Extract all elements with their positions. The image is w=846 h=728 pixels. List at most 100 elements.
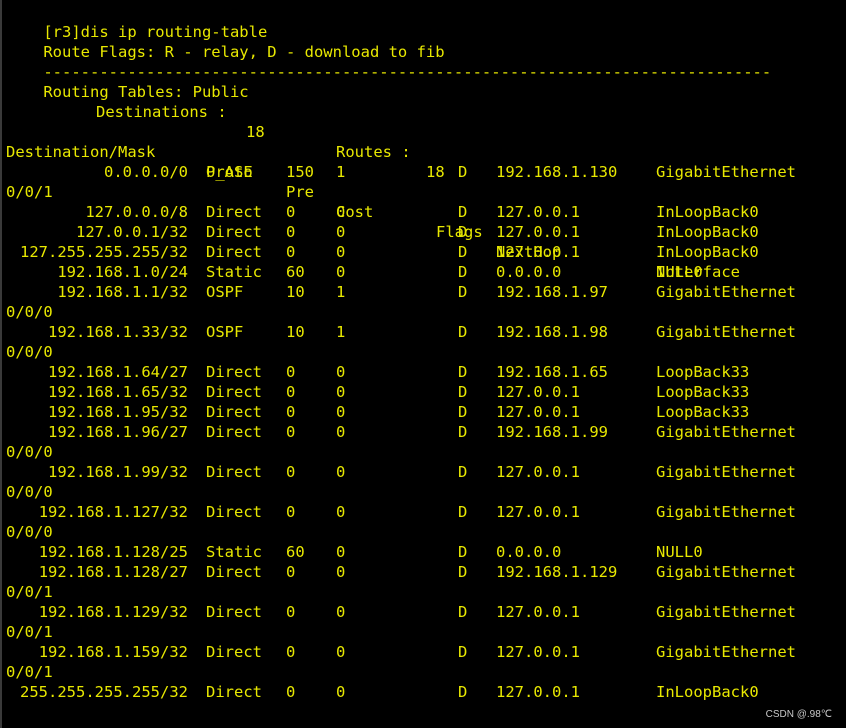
route-destination: 127.0.0.1/32 xyxy=(76,223,188,241)
route-protocol: Direct xyxy=(206,423,262,441)
route-preference: 150 xyxy=(286,163,314,181)
route-preference: 0 xyxy=(286,383,296,401)
route-nexthop: 127.0.0.1 xyxy=(496,203,580,221)
route-row: 0.0.0.0/0 O_ASE 150 1 D 192.168.1.130 GigabitE… xyxy=(6,162,836,182)
route-interface: InLoopBack0 xyxy=(656,243,759,261)
route-nexthop: 192.168.1.130 xyxy=(496,163,618,181)
route-destination: 192.168.1.96/27 xyxy=(48,423,188,441)
route-protocol: Direct xyxy=(206,243,262,261)
route-preference: 0 xyxy=(286,203,296,221)
route-row: 192.168.1.96/27 Direct 0 0 D 192.168.1.99 Giga… xyxy=(6,422,836,442)
route-flags: D xyxy=(458,223,468,241)
table-header: Destination/Mask Proto Pre Cost Flags Ne… xyxy=(6,122,836,281)
column-header-pre: Pre xyxy=(286,183,314,201)
route-interface: NULL0 xyxy=(656,543,703,561)
column-header-destination: Destination/Mask xyxy=(6,143,156,161)
route-cost: 0 xyxy=(336,423,346,441)
route-preference: 0 xyxy=(286,503,296,521)
route-protocol: Direct xyxy=(206,503,262,521)
route-row: 192.168.1.0/24 Static 60 0 D 0.0.0.0 NULL0 xyxy=(6,262,836,282)
route-flags: D xyxy=(458,203,468,221)
route-preference: 0 xyxy=(286,243,296,261)
route-cost: 0 xyxy=(336,603,346,621)
route-nexthop: 127.0.0.1 xyxy=(496,403,580,421)
route-protocol: OSPF xyxy=(206,283,244,301)
route-interface: InLoopBack0 xyxy=(656,223,759,241)
route-interface-continuation: 0/0/0 xyxy=(6,343,53,361)
route-row: 127.0.0.0/8 Direct 0 0 D 127.0.0.1 InLoopBack0 xyxy=(6,202,836,222)
route-preference: 0 xyxy=(286,363,296,381)
route-flags: D xyxy=(458,463,468,481)
route-interface: GigabitEthernet xyxy=(656,423,796,441)
route-interface: LoopBack33 xyxy=(656,383,750,401)
route-preference: 0 xyxy=(286,463,296,481)
route-protocol: Static xyxy=(206,263,262,281)
route-row: 127.255.255.255/32 Direct 0 0 D 127.0.0.1 InLo… xyxy=(6,242,836,262)
route-protocol: Direct xyxy=(206,383,262,401)
route-interface: GigabitEthernet xyxy=(656,283,796,301)
destinations-label: Destinations : xyxy=(96,103,227,121)
route-flags: D xyxy=(458,643,468,661)
route-flags: D xyxy=(458,163,468,181)
route-cost: 1 xyxy=(336,163,346,181)
route-interface-continuation: 0/0/1 xyxy=(6,183,53,201)
route-flags: D xyxy=(458,263,468,281)
route-nexthop: 0.0.0.0 xyxy=(496,263,562,281)
route-row: 192.168.1.1/32 OSPF 10 1 D 192.168.1.97 Gigabi… xyxy=(6,282,836,302)
route-interface: GigabitEthernet xyxy=(656,163,796,181)
route-flags: D xyxy=(458,363,468,381)
route-protocol: Direct xyxy=(206,683,262,701)
route-destination: 192.168.1.159/32 xyxy=(38,643,188,661)
route-interface-continuation: 0/0/1 xyxy=(6,623,53,641)
route-flags: D xyxy=(458,563,468,581)
route-interface: NULL0 xyxy=(656,263,703,281)
route-flags: D xyxy=(458,243,468,261)
route-cost: 0 xyxy=(336,503,346,521)
route-destination: 192.168.1.127/32 xyxy=(38,503,188,521)
route-preference: 10 xyxy=(286,323,305,341)
route-protocol: Direct xyxy=(206,403,262,421)
route-flags: D xyxy=(458,603,468,621)
route-destination: 192.168.1.33/32 xyxy=(48,323,188,341)
route-destination: 255.255.255.255/32 xyxy=(20,683,188,701)
route-preference: 10 xyxy=(286,283,305,301)
route-interface-continuation: 0/0/0 xyxy=(6,523,53,541)
route-interface: InLoopBack0 xyxy=(656,203,759,221)
route-nexthop: 127.0.0.1 xyxy=(496,383,580,401)
route-nexthop: 127.0.0.1 xyxy=(496,683,580,701)
route-nexthop: 192.168.1.65 xyxy=(496,363,608,381)
routing-summary: Destinations : 18 Routes : 18 xyxy=(6,82,806,181)
route-cost: 0 xyxy=(336,383,346,401)
route-row: 192.168.1.95/32 Direct 0 0 D 127.0.0.1 LoopBac… xyxy=(6,402,836,422)
route-preference: 0 xyxy=(286,603,296,621)
route-interface: LoopBack33 xyxy=(656,363,750,381)
route-nexthop: 127.0.0.1 xyxy=(496,223,580,241)
route-protocol: Direct xyxy=(206,643,262,661)
route-preference: 0 xyxy=(286,223,296,241)
route-protocol: Direct xyxy=(206,203,262,221)
watermark: CSDN @.98℃ xyxy=(765,709,832,720)
route-protocol: Direct xyxy=(206,563,262,581)
route-cost: 0 xyxy=(336,463,346,481)
route-row: 192.168.1.159/32 Direct 0 0 D 127.0.0.1 Gigabi… xyxy=(6,642,836,662)
route-destination: 192.168.1.99/32 xyxy=(48,463,188,481)
route-row: 192.168.1.129/32 Direct 0 0 D 127.0.0.1 Gigabi… xyxy=(6,602,836,622)
route-interface: GigabitEthernet xyxy=(656,643,796,661)
route-preference: 0 xyxy=(286,683,296,701)
route-interface-continuation: 0/0/1 xyxy=(6,583,53,601)
route-flags: D xyxy=(458,403,468,421)
terminal-window[interactable]: [r3]dis ip routing-table Route Flags: R … xyxy=(0,0,846,728)
route-flags: D xyxy=(458,503,468,521)
route-row: 192.168.1.33/32 OSPF 10 1 D 192.168.1.98 Gigab… xyxy=(6,322,836,342)
route-cost: 0 xyxy=(336,363,346,381)
route-destination: 192.168.1.128/25 xyxy=(38,543,188,561)
route-preference: 60 xyxy=(286,543,305,561)
route-nexthop: 127.0.0.1 xyxy=(496,463,580,481)
route-protocol: OSPF xyxy=(206,323,244,341)
route-interface: GigabitEthernet xyxy=(656,563,796,581)
route-interface-continuation: 0/0/0 xyxy=(6,303,53,321)
route-destination: 192.168.1.128/27 xyxy=(38,563,188,581)
route-cost: 0 xyxy=(336,683,346,701)
route-nexthop: 192.168.1.99 xyxy=(496,423,608,441)
route-row: 192.168.1.128/25 Static 60 0 D 0.0.0.0 NULL0 xyxy=(6,542,836,562)
